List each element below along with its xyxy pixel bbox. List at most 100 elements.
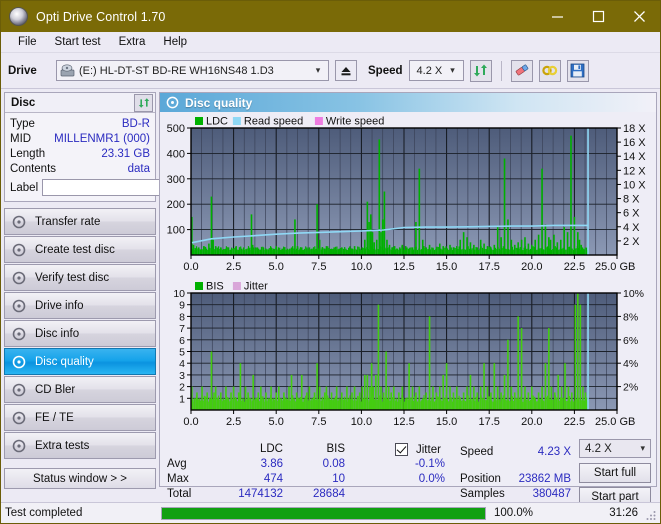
svg-text:2%: 2% <box>623 382 638 394</box>
chevron-down-icon: ▾ <box>640 443 645 453</box>
sidebar-item-label: Disc quality <box>35 355 94 368</box>
speed-select[interactable]: 4.2 X ▾ <box>408 60 464 81</box>
sidebar-item-disc-info[interactable]: Disc info <box>4 320 156 347</box>
svg-text:10%: 10% <box>623 288 644 300</box>
refresh-icon <box>474 64 488 77</box>
svg-text:7: 7 <box>179 323 185 335</box>
svg-text:4: 4 <box>179 358 185 370</box>
disc-icon <box>166 96 179 109</box>
jitter-avg: -0.1% <box>414 458 445 470</box>
settings-button[interactable] <box>538 59 561 82</box>
disc-row-key: MID <box>10 132 32 145</box>
sidebar-item-disc-quality[interactable]: Disc quality <box>4 348 156 375</box>
close-button[interactable] <box>619 1 660 32</box>
sidebar-item-fe-te[interactable]: FE / TE <box>4 404 156 431</box>
sidebar-item-drive-info[interactable]: Drive info <box>4 292 156 319</box>
disc-panel-title: Disc <box>11 96 36 109</box>
jitter-label: Jitter <box>416 444 441 456</box>
disc-row-key: Length <box>10 147 46 160</box>
svg-text:200: 200 <box>167 199 185 211</box>
stat-max-bis: 10 <box>332 473 345 485</box>
svg-text:20.0: 20.0 <box>521 416 542 428</box>
svg-text:8: 8 <box>179 311 185 323</box>
svg-text:17.5: 17.5 <box>478 416 499 428</box>
erase-button[interactable] <box>510 59 533 82</box>
drive-select[interactable]: (E:) HL-DT-ST BD-RE WH16NS48 1.D3 ▾ <box>56 60 329 81</box>
sidebar-item-extra-tests[interactable]: Extra tests <box>4 432 156 459</box>
panel-title: Disc quality <box>185 95 253 110</box>
speed-label: Speed <box>368 64 403 77</box>
disc-row-mid: MID MILLENMR1 (000) <box>10 131 150 146</box>
svg-text:300: 300 <box>167 174 185 186</box>
chevron-down-icon: ▾ <box>315 65 321 75</box>
stat-col-bis: BIS <box>326 443 345 455</box>
svg-text:16 X: 16 X <box>623 137 646 149</box>
svg-text:25.0 GB: 25.0 GB <box>595 261 635 273</box>
svg-text:2.5: 2.5 <box>226 416 241 428</box>
svg-text:8%: 8% <box>623 311 638 323</box>
sidebar-item-create-test-disc[interactable]: Create test disc <box>4 236 156 263</box>
menu-item-extra[interactable]: Extra <box>110 35 155 49</box>
samples-stat-value: 380487 <box>532 488 571 500</box>
ldc-chart[interactable]: LDC Read speed Write speed 100 200 300 400 500 2… <box>160 112 654 277</box>
svg-text:12 X: 12 X <box>623 165 646 177</box>
svg-text:2: 2 <box>179 382 185 394</box>
svg-text:2.5: 2.5 <box>226 261 241 273</box>
disc-refresh-button[interactable] <box>134 93 153 112</box>
svg-text:14 X: 14 X <box>623 151 646 163</box>
disc-label-key: Label <box>10 181 39 194</box>
svg-text:7.5: 7.5 <box>311 261 326 273</box>
save-button[interactable] <box>566 59 589 82</box>
start-full-button[interactable]: Start full <box>579 463 651 483</box>
nav-list: Transfer rate Create test disc Verify te… <box>4 208 156 459</box>
svg-text:6: 6 <box>179 335 185 347</box>
bis-chart[interactable]: BIS Jitter 12345678910 2% 4% 6% 8% 10% 0.0 2.5 5.0… <box>160 277 654 432</box>
disc-panel: Disc Type BD-R MID MILLENMR1 (000) Lengt… <box>4 92 246 202</box>
resize-grip-icon[interactable] <box>646 509 657 520</box>
svg-text:12.5: 12.5 <box>393 261 414 273</box>
svg-text:5.0: 5.0 <box>269 416 284 428</box>
menu-item-file[interactable]: File <box>9 35 46 49</box>
disc-row-contents: Contents data <box>10 161 150 176</box>
jitter-max: 0.0% <box>418 473 445 485</box>
svg-text:10 X: 10 X <box>623 179 646 191</box>
test-speed-select[interactable]: 4.2 X ▾ <box>579 439 651 458</box>
drive-label: Drive <box>8 64 37 77</box>
svg-text:5: 5 <box>179 347 185 359</box>
svg-text:20.0: 20.0 <box>521 261 542 273</box>
jitter-checkbox[interactable] <box>395 443 408 456</box>
refresh-icon <box>138 97 149 108</box>
disc-icon <box>12 411 26 425</box>
sidebar-item-cd-bler[interactable]: CD Bler <box>4 376 156 403</box>
sidebar-item-verify-test-disc[interactable]: Verify test disc <box>4 264 156 291</box>
svg-text:22.5: 22.5 <box>564 416 585 428</box>
sidebar-item-label: Verify test disc <box>35 271 110 284</box>
svg-text:18 X: 18 X <box>623 123 646 135</box>
sidebar-item-label: Drive info <box>35 299 84 312</box>
disc-quality-header: Disc quality <box>160 93 656 112</box>
svg-text:15.0: 15.0 <box>436 416 457 428</box>
menu-item-start-test[interactable]: Start test <box>46 35 110 49</box>
disc-row-length: Length 23.31 GB <box>10 146 150 161</box>
svg-text:6 X: 6 X <box>623 208 640 220</box>
refresh-button[interactable] <box>469 59 492 82</box>
eject-button[interactable] <box>335 60 357 81</box>
menu-item-help[interactable]: Help <box>154 35 196 49</box>
disc-row-key: Type <box>10 117 35 130</box>
sidebar-item-label: Transfer rate <box>35 215 101 228</box>
status-window-button[interactable]: Status window > > <box>4 468 156 489</box>
eraser-icon <box>515 64 528 76</box>
maximize-button[interactable] <box>578 1 619 32</box>
sidebar-item-transfer-rate[interactable]: Transfer rate <box>4 208 156 235</box>
position-stat-label: Position <box>460 473 501 485</box>
disc-icon <box>12 355 26 369</box>
svg-text:Read speed: Read speed <box>244 116 303 128</box>
disc-row-value: BD-R <box>121 117 150 130</box>
svg-text:0.0: 0.0 <box>183 261 198 273</box>
svg-text:LDC: LDC <box>206 116 228 128</box>
svg-text:12.5: 12.5 <box>393 416 414 428</box>
progress-percent: 100.0% <box>494 507 534 519</box>
charts-container: LDC Read speed Write speed 100 200 300 400 500 2… <box>160 112 656 432</box>
drive-toolbar: Drive (E:) HL-DT-ST BD-RE WH16NS48 1.D3 … <box>1 53 660 89</box>
minimize-button[interactable] <box>537 1 578 32</box>
